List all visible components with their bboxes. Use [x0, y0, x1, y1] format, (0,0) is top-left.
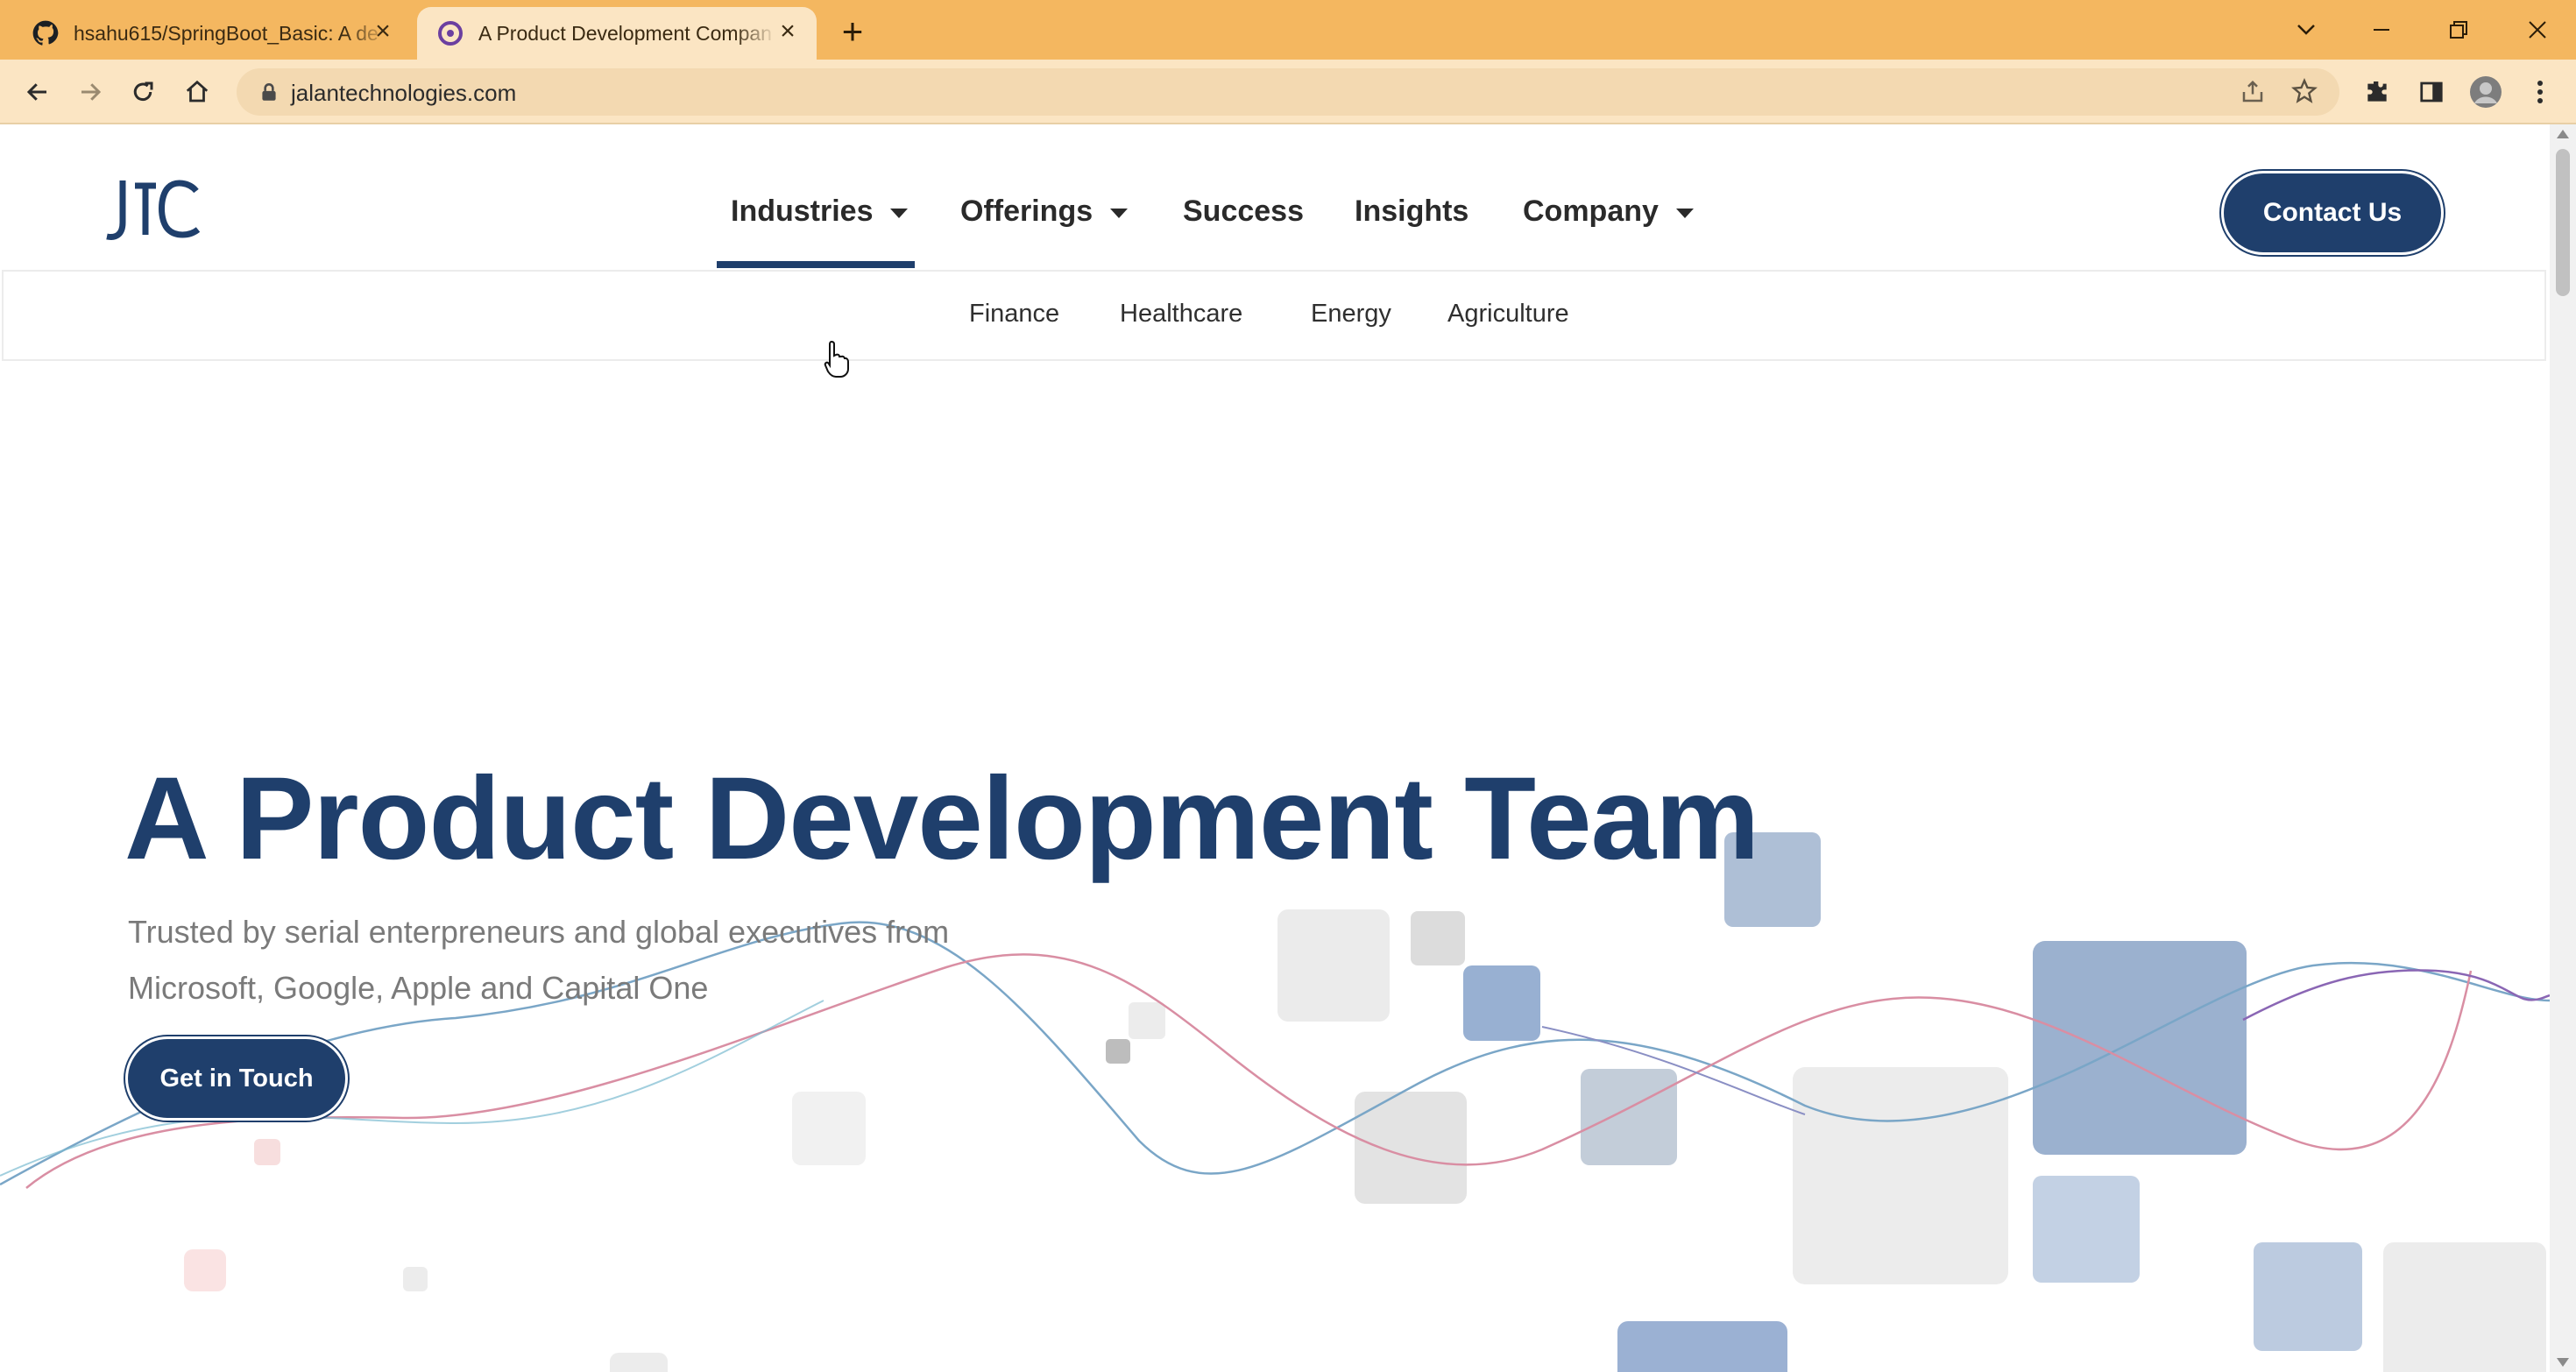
github-icon — [32, 19, 60, 47]
close-tab-icon[interactable]: × — [370, 18, 396, 46]
tab-github[interactable]: hsahu615/SpringBoot_Basic: A de × — [12, 7, 412, 60]
scroll-up-icon[interactable] — [2557, 130, 2569, 138]
hero-subtitle-line: Trusted by serial enterpreneurs and glob… — [128, 914, 950, 950]
hero-title: A Product Development Team — [124, 753, 1759, 884]
restore-icon[interactable] — [2432, 9, 2485, 51]
site-favicon-icon — [436, 19, 464, 47]
browser-menu-icon[interactable] — [2523, 75, 2557, 109]
hero-background-decoration — [0, 832, 2550, 1372]
side-panel-icon[interactable] — [2415, 75, 2448, 109]
back-icon[interactable] — [18, 72, 58, 112]
hero-subtitle-line: Microsoft, Google, Apple and Capital One — [128, 970, 709, 1006]
web-page: Industries Offerings Success Insights Co… — [0, 124, 2550, 1372]
extensions-icon[interactable] — [2360, 75, 2394, 109]
tab-title: hsahu615/SpringBoot_Basic: A de — [74, 21, 379, 45]
tab-title: A Product Development Compan — [478, 21, 772, 45]
page-scrollbar[interactable] — [2550, 124, 2576, 1372]
new-tab-button[interactable]: + — [834, 13, 871, 51]
lock-icon[interactable] — [258, 81, 280, 103]
hero-subtitle: Trusted by serial enterpreneurs and glob… — [128, 904, 1179, 1016]
get-in-touch-button[interactable]: Get in Touch — [128, 1039, 345, 1118]
browser-toolbar: jalantechnologies.com — [0, 60, 2576, 124]
hand-cursor-icon — [824, 340, 849, 378]
tab-search-icon[interactable] — [2280, 9, 2332, 51]
address-bar[interactable]: jalantechnologies.com — [237, 68, 2339, 116]
reload-icon[interactable] — [123, 72, 163, 112]
browser-tabstrip: hsahu615/SpringBoot_Basic: A de × A Prod… — [0, 0, 2576, 60]
url-text[interactable]: jalantechnologies.com — [291, 80, 516, 107]
profile-avatar[interactable] — [2469, 75, 2502, 109]
minimize-icon[interactable] — [2355, 9, 2408, 51]
close-tab-icon[interactable]: × — [775, 18, 801, 46]
close-window-icon[interactable] — [2511, 9, 2564, 51]
scroll-down-icon[interactable] — [2557, 1358, 2569, 1367]
scrollbar-thumb[interactable] — [2556, 149, 2570, 296]
tab-active[interactable]: A Product Development Compan × — [417, 7, 817, 60]
home-icon[interactable] — [177, 72, 217, 112]
forward-icon[interactable] — [70, 72, 110, 112]
bookmark-star-icon[interactable] — [2290, 77, 2318, 105]
share-icon[interactable] — [2240, 79, 2266, 105]
